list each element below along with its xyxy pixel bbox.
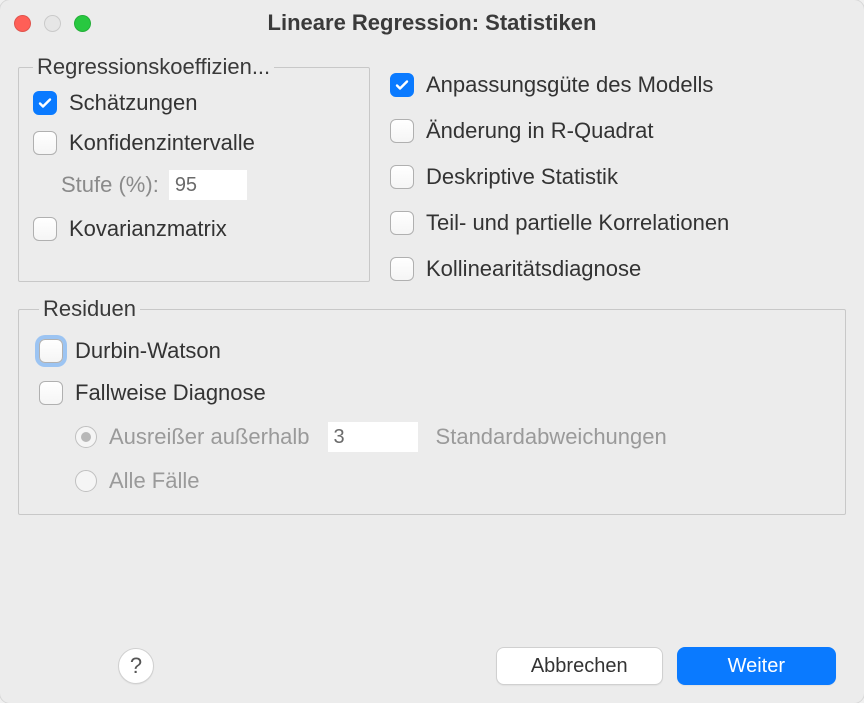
close-icon[interactable]	[14, 15, 31, 32]
label-covariance-matrix: Kovarianzmatrix	[69, 216, 227, 242]
radio-group-casewise: Ausreißer außerhalb Standardabweichungen…	[75, 422, 825, 494]
row-outliers: Ausreißer außerhalb Standardabweichungen	[75, 422, 825, 452]
checkbox-casewise-diagnosis[interactable]	[39, 381, 63, 405]
row-casewise-diagnosis: Fallweise Diagnose	[39, 380, 825, 406]
row-descriptives: Deskriptive Statistik	[390, 164, 846, 190]
row-durbin-watson: Durbin-Watson	[39, 338, 825, 364]
continue-button[interactable]: Weiter	[677, 647, 836, 685]
checkbox-collinearity[interactable]	[390, 257, 414, 281]
label-confidence-intervals: Konfidenzintervalle	[69, 130, 255, 156]
row-collinearity: Kollinearitätsdiagnose	[390, 256, 846, 282]
checkbox-covariance-matrix[interactable]	[33, 217, 57, 241]
radio-all-cases	[75, 470, 97, 492]
row-level: Stufe (%):	[61, 170, 355, 200]
row-partial-correlations: Teil- und partielle Korrelationen	[390, 210, 846, 236]
label-casewise-diagnosis: Fallweise Diagnose	[75, 380, 266, 406]
footer: ? Abbrechen Weiter	[18, 627, 846, 685]
label-std-deviations: Standardabweichungen	[436, 424, 667, 450]
check-icon	[37, 95, 53, 111]
label-collinearity: Kollinearitätsdiagnose	[426, 256, 641, 282]
row-rsquared-change: Änderung in R-Quadrat	[390, 118, 846, 144]
input-outliers-value	[328, 422, 418, 452]
label-rsquared-change: Änderung in R-Quadrat	[426, 118, 653, 144]
group-regcoef-legend: Regressionskoeffizien...	[33, 54, 274, 80]
minimize-icon	[44, 15, 61, 32]
checkbox-estimates[interactable]	[33, 91, 57, 115]
checkbox-durbin-watson[interactable]	[39, 339, 63, 363]
group-regression-coefficients: Regressionskoeffizien... Schätzungen Kon…	[18, 54, 370, 282]
checkbox-partial-correlations[interactable]	[390, 211, 414, 235]
content-area: Regressionskoeffizien... Schätzungen Kon…	[0, 46, 864, 703]
row-confidence-intervals: Konfidenzintervalle	[33, 130, 355, 156]
label-all-cases: Alle Fälle	[109, 468, 199, 494]
help-button[interactable]: ?	[118, 648, 154, 684]
dialog-window: Lineare Regression: Statistiken Regressi…	[0, 0, 864, 703]
label-model-fit: Anpassungsgüte des Modells	[426, 72, 713, 98]
checkbox-rsquared-change[interactable]	[390, 119, 414, 143]
cancel-button[interactable]: Abbrechen	[496, 647, 663, 685]
window-title: Lineare Regression: Statistiken	[0, 10, 864, 36]
titlebar: Lineare Regression: Statistiken	[0, 0, 864, 46]
row-covariance-matrix: Kovarianzmatrix	[33, 216, 355, 242]
label-outliers: Ausreißer außerhalb	[109, 424, 310, 450]
check-icon	[394, 77, 410, 93]
right-column: Anpassungsgüte des Modells Änderung in R…	[390, 54, 846, 282]
row-estimates: Schätzungen	[33, 90, 355, 116]
input-level[interactable]	[169, 170, 247, 200]
radio-outliers	[75, 426, 97, 448]
top-row: Regressionskoeffizien... Schätzungen Kon…	[18, 54, 846, 282]
label-descriptives: Deskriptive Statistik	[426, 164, 618, 190]
row-model-fit: Anpassungsgüte des Modells	[390, 72, 846, 98]
label-estimates: Schätzungen	[69, 90, 197, 116]
group-residuals-legend: Residuen	[39, 296, 140, 322]
checkbox-confidence-intervals[interactable]	[33, 131, 57, 155]
checkbox-model-fit[interactable]	[390, 73, 414, 97]
label-level: Stufe (%):	[61, 172, 159, 198]
label-partial-correlations: Teil- und partielle Korrelationen	[426, 210, 729, 236]
zoom-icon[interactable]	[74, 15, 91, 32]
traffic-lights	[14, 15, 91, 32]
group-residuals: Residuen Durbin-Watson Fallweise Diagnos…	[18, 296, 846, 515]
label-durbin-watson: Durbin-Watson	[75, 338, 221, 364]
checkbox-descriptives[interactable]	[390, 165, 414, 189]
row-all-cases: Alle Fälle	[75, 468, 825, 494]
